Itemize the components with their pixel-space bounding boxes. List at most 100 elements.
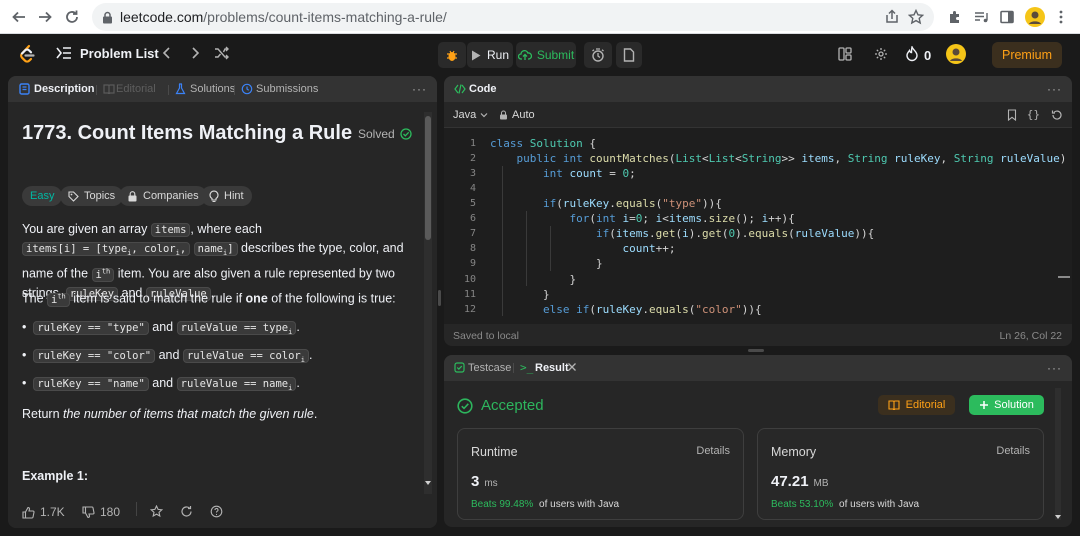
tab-solutions[interactable]: Solutions xyxy=(190,83,235,95)
line-number: 5 xyxy=(469,198,476,209)
leetcode-logo-icon[interactable] xyxy=(18,44,36,64)
lock-icon xyxy=(128,190,137,201)
scroll-down-arrow-icon[interactable] xyxy=(1055,515,1061,519)
prev-problem-chevron-icon[interactable] xyxy=(160,46,174,60)
side-panel-icon[interactable] xyxy=(996,6,1018,28)
timer-icon[interactable] xyxy=(584,42,612,68)
run-button[interactable]: Run xyxy=(467,42,513,68)
problem-title: 1773. Count Items Matching a Rule xyxy=(22,122,353,144)
code-line[interactable]: if(items.get(i).get(0).equals(ruleValue)… xyxy=(490,227,874,240)
back-arrow-icon[interactable] xyxy=(8,6,30,28)
tab-editorial[interactable]: Editorial xyxy=(116,83,156,95)
scroll-down-arrow-icon[interactable] xyxy=(425,481,431,485)
code-line[interactable]: int count = 0; xyxy=(490,167,636,180)
tab-result[interactable]: Result xyxy=(535,362,569,374)
accepted-check-icon xyxy=(457,397,473,414)
memory-details-link[interactable]: Details xyxy=(996,445,1030,457)
tab-description[interactable]: Description xyxy=(34,83,95,95)
runtime-card[interactable]: Runtime Details 3 ms Beats 99.48% of use… xyxy=(457,428,744,520)
runtime-value-group: 3 ms xyxy=(471,473,498,490)
line-number: 7 xyxy=(469,228,476,239)
code-line[interactable]: } xyxy=(490,257,603,270)
bookmark-icon[interactable] xyxy=(1007,109,1017,121)
profile-avatar[interactable] xyxy=(1024,6,1046,28)
more-options-icon[interactable]: ··· xyxy=(1047,82,1062,96)
plus-icon xyxy=(980,401,989,409)
next-problem-chevron-icon[interactable] xyxy=(188,46,202,60)
submit-button[interactable]: Submit xyxy=(516,42,576,68)
share-refresh-icon[interactable] xyxy=(180,505,193,518)
reset-code-icon[interactable] xyxy=(1051,109,1063,121)
description-scrollbar-thumb[interactable] xyxy=(425,116,431,240)
streak-fire-icon[interactable] xyxy=(905,46,919,62)
line-number: 9 xyxy=(469,258,476,269)
reload-icon[interactable] xyxy=(61,6,83,28)
language-select[interactable]: Java xyxy=(453,109,488,121)
difficulty-tag[interactable]: Easy xyxy=(22,186,63,206)
more-options-icon[interactable]: ··· xyxy=(1047,361,1062,375)
solved-indicator: Solved xyxy=(358,127,412,141)
line-number: 6 xyxy=(469,213,476,224)
hint-tag[interactable]: Hint xyxy=(201,186,252,206)
topics-tag[interactable]: Topics xyxy=(60,186,124,206)
close-result-tab-icon[interactable] xyxy=(567,362,577,372)
description-scrollbar-track[interactable] xyxy=(424,112,432,494)
code-line[interactable]: public int countMatches(List<List<String… xyxy=(490,152,1072,165)
companies-tag[interactable]: Companies xyxy=(119,186,207,206)
line-number: 12 xyxy=(463,304,476,315)
editor-status-bar: Saved to local Ln 26, Col 22 xyxy=(444,324,1072,346)
settings-gear-icon[interactable] xyxy=(874,47,888,61)
problem-list-icon[interactable] xyxy=(56,46,72,60)
premium-button[interactable]: Premium xyxy=(992,42,1062,68)
code-panel-header: Code ··· xyxy=(444,76,1072,102)
media-queue-icon[interactable] xyxy=(970,6,992,28)
line-number: 2 xyxy=(469,153,476,164)
debug-icon[interactable] xyxy=(438,42,466,68)
notes-icon[interactable] xyxy=(616,42,642,68)
play-icon xyxy=(471,50,481,60)
tab-submissions[interactable]: Submissions xyxy=(256,83,318,95)
layout-icon[interactable] xyxy=(838,47,852,61)
tab-code[interactable]: Code xyxy=(469,83,497,95)
thumbs-down-icon xyxy=(82,505,95,518)
result-scrollbar-track[interactable] xyxy=(1055,388,1061,520)
bookmark-star-icon[interactable] xyxy=(908,9,924,25)
like-button[interactable]: 1.7K xyxy=(22,505,65,519)
auto-mode-toggle[interactable]: Auto xyxy=(499,109,535,121)
problem-list-label[interactable]: Problem List xyxy=(80,46,159,61)
footer-divider xyxy=(136,502,137,516)
code-line[interactable]: else if(ruleKey.equals("color")){ xyxy=(490,303,762,316)
code-line[interactable]: class Solution { xyxy=(490,137,596,150)
code-line[interactable]: } xyxy=(490,273,576,286)
vertical-splitter-handle[interactable] xyxy=(438,290,441,306)
code-line[interactable]: if(ruleKey.equals("type")){ xyxy=(490,197,722,210)
browser-menu-icon[interactable] xyxy=(1050,6,1072,28)
favorite-star-icon[interactable] xyxy=(150,505,163,518)
editorial-button[interactable]: Editorial xyxy=(878,395,955,415)
more-options-icon[interactable]: ··· xyxy=(412,82,427,96)
rule-list-item: • ruleKey == "type" and ruleValue == typ… xyxy=(22,320,300,337)
solution-button[interactable]: Solution xyxy=(969,395,1044,415)
code-line[interactable]: for(int i=0; i<items.size(); i++){ xyxy=(490,212,794,225)
language-label: Java xyxy=(453,109,477,121)
memory-card[interactable]: Memory Details 47.21 MB Beats 53.10% of … xyxy=(757,428,1044,520)
check-circle-icon xyxy=(400,128,412,140)
user-avatar[interactable] xyxy=(946,44,966,64)
tab-testcase[interactable]: Testcase xyxy=(468,362,511,374)
forward-arrow-icon[interactable] xyxy=(34,6,56,28)
code-line[interactable]: } xyxy=(490,288,550,301)
address-bar[interactable]: leetcode.com/problems/count-items-matchi… xyxy=(92,3,934,31)
runtime-details-link[interactable]: Details xyxy=(696,445,730,457)
runtime-unit: ms xyxy=(484,478,498,489)
horizontal-splitter-handle[interactable] xyxy=(748,349,764,352)
thumbs-up-icon xyxy=(22,506,35,519)
url-text: leetcode.com/problems/count-items-matchi… xyxy=(120,9,447,25)
line-number: 4 xyxy=(469,183,476,194)
share-icon[interactable] xyxy=(884,9,900,25)
help-circle-icon[interactable] xyxy=(210,505,223,518)
extensions-icon[interactable] xyxy=(944,6,966,28)
code-line[interactable]: count++; xyxy=(490,242,675,255)
shuffle-icon[interactable] xyxy=(214,46,230,60)
dislike-button[interactable]: 180 xyxy=(82,505,120,519)
format-braces-icon[interactable]: {} xyxy=(1027,108,1040,121)
